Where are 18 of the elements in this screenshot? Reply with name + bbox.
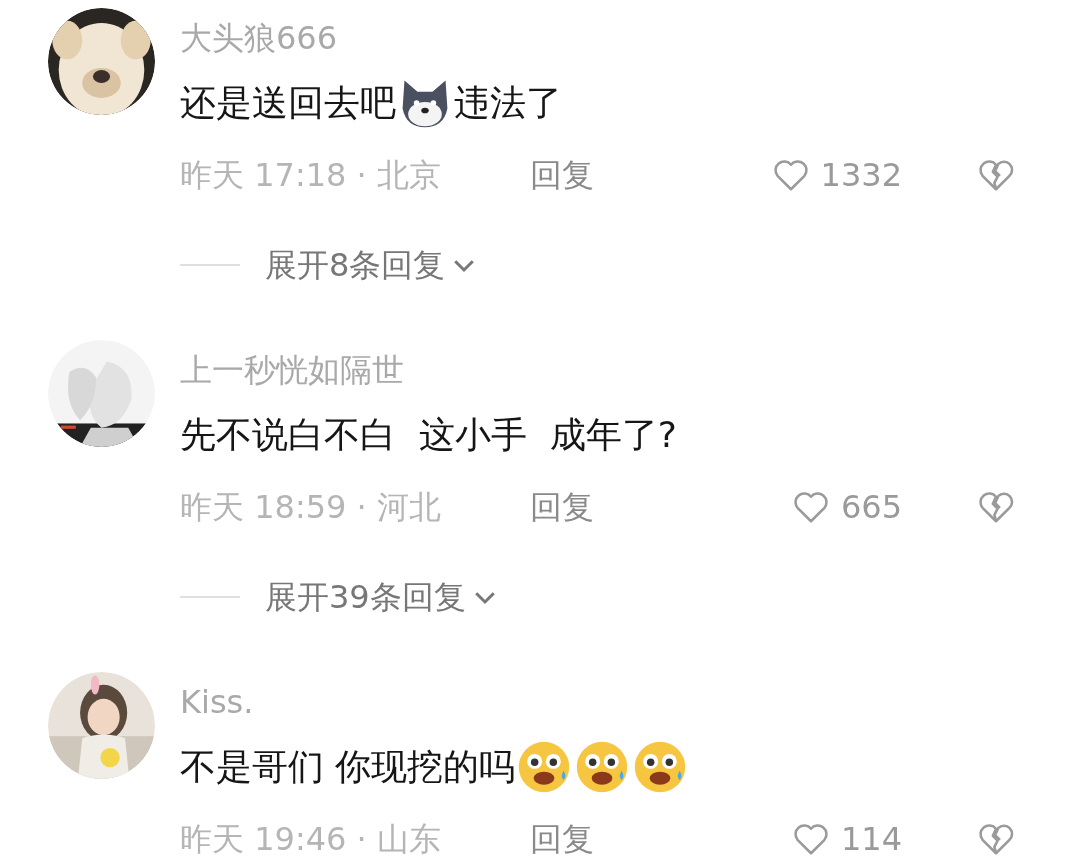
comment-text: 还是送回去吧 <box>180 81 396 125</box>
username[interactable]: 大头狼666 <box>180 14 338 62</box>
username[interactable]: 上一秒恍如隔世 <box>180 346 404 394</box>
reply-button[interactable]: 回复 <box>530 815 594 863</box>
expand-replies-button[interactable]: 展开39条回复 <box>265 573 500 621</box>
username[interactable]: Kiss. <box>180 678 254 726</box>
comment-meta: 昨天 17:18 · 北京 <box>180 156 441 194</box>
comment-text: 违法了 <box>454 81 562 125</box>
comment-text: 先不说白不白 这小手 成年了? <box>180 413 677 457</box>
reply-button[interactable]: 回复 <box>530 483 594 531</box>
like-count: 1332 <box>820 155 902 196</box>
like-count: 665 <box>840 487 902 528</box>
comment-meta: 昨天 18:59 · 河北 <box>180 488 441 526</box>
comment-text: 不是哥们 你现挖的吗 <box>180 745 516 789</box>
like-count: 114 <box>840 819 902 860</box>
expand-replies-button[interactable]: 展开8条回复 <box>265 241 480 289</box>
reply-button[interactable]: 回复 <box>530 151 594 199</box>
comment-meta: 昨天 19:46 · 山东 <box>180 820 441 858</box>
